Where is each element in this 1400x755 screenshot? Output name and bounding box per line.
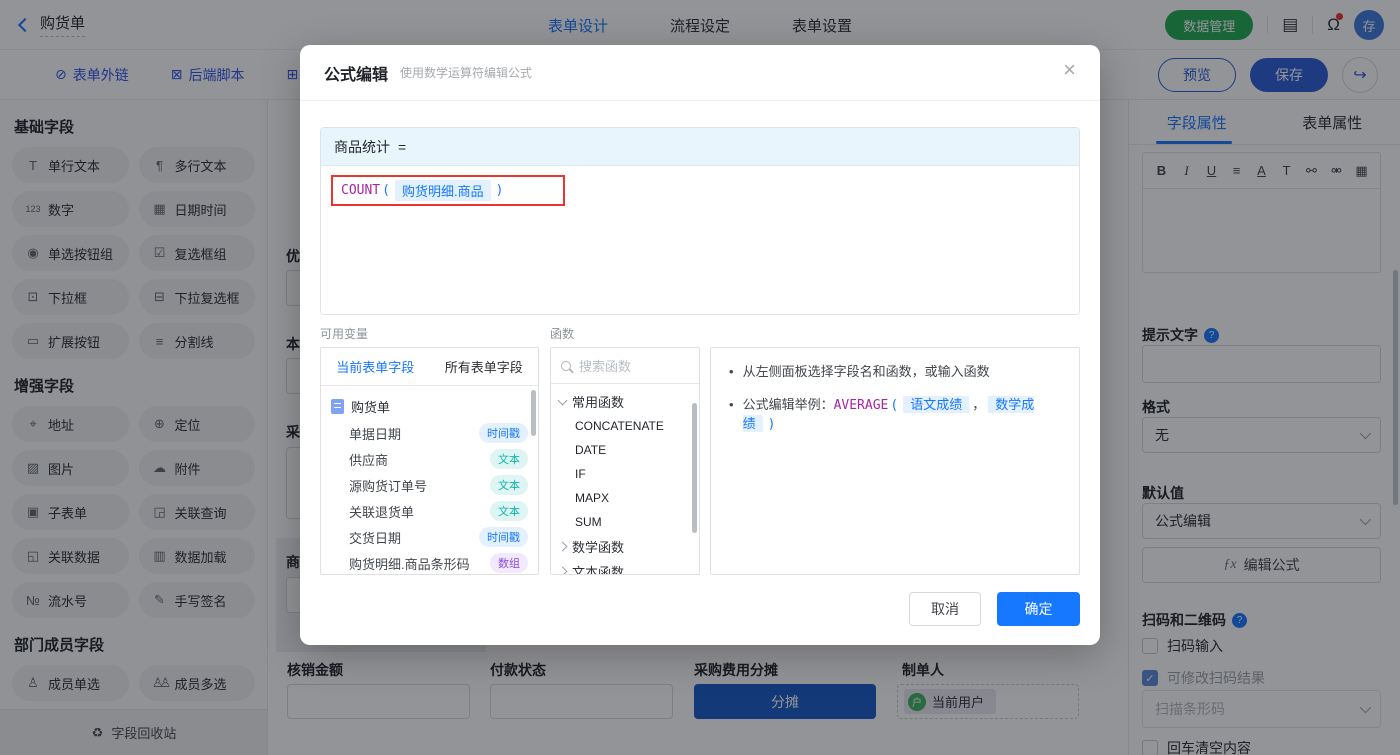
tab-current-form-fields[interactable]: 当前表单字段 bbox=[321, 348, 430, 385]
variable-row[interactable]: 单据日期时间戳 bbox=[321, 420, 538, 446]
function-item[interactable]: IF bbox=[551, 462, 699, 486]
tips-panel: • 从左侧面板选择字段名和函数，或输入函数 • 公式编辑举例：AVERAGE(语… bbox=[710, 347, 1080, 575]
function-group-text[interactable]: 文本函数 bbox=[551, 559, 699, 575]
tab-all-form-fields[interactable]: 所有表单字段 bbox=[430, 348, 539, 385]
open-paren: ( bbox=[890, 398, 898, 413]
open-paren: ( bbox=[382, 183, 390, 198]
function-item[interactable]: SUM bbox=[551, 510, 699, 534]
function-item[interactable]: CONCATENATE bbox=[551, 414, 699, 438]
example-function: AVERAGE bbox=[834, 398, 889, 413]
variable-row[interactable]: 源购货订单号文本 bbox=[321, 472, 538, 498]
chevron-down-icon bbox=[558, 395, 568, 405]
form-document-icon bbox=[331, 399, 344, 414]
type-badge: 时间戳 bbox=[479, 527, 528, 547]
close-icon[interactable]: × bbox=[1063, 59, 1076, 81]
cancel-button[interactable]: 取消 bbox=[909, 592, 981, 626]
tip-line: • 从左侧面板选择字段名和函数，或输入函数 bbox=[729, 363, 1061, 381]
variables-panel: 当前表单字段 所有表单字段 购货单 单据日期时间戳 供应商文本 源购货订单号文本… bbox=[320, 347, 539, 575]
close-paren: ) bbox=[768, 417, 776, 432]
type-badge: 文本 bbox=[490, 475, 528, 495]
example-field-chip: 语文成绩 bbox=[903, 396, 969, 413]
formula-target-field: 商品统计 bbox=[334, 137, 390, 157]
modal-subtitle: 使用数学运算符编辑公式 bbox=[400, 64, 532, 81]
search-placeholder: 搜索函数 bbox=[579, 356, 631, 375]
chevron-right-icon bbox=[558, 542, 568, 552]
variables-tree-root[interactable]: 购货单 bbox=[321, 392, 538, 420]
variable-row[interactable]: 关联退货单文本 bbox=[321, 498, 538, 524]
comma: ， bbox=[972, 397, 985, 412]
variable-row[interactable]: 供应商文本 bbox=[321, 446, 538, 472]
formula-input-area[interactable]: COUNT ( 购货明细.商品 ) bbox=[321, 166, 1079, 315]
close-paren: ) bbox=[496, 183, 504, 198]
variables-scrollbar[interactable] bbox=[531, 390, 536, 436]
function-search[interactable]: 搜索函数 bbox=[551, 348, 699, 384]
variables-tabs: 当前表单字段 所有表单字段 bbox=[321, 348, 538, 386]
formula-field-chip[interactable]: 购货明细.商品 bbox=[395, 180, 491, 201]
function-group-math[interactable]: 数学函数 bbox=[551, 534, 699, 559]
tip-example-line: • 公式编辑举例：AVERAGE(语文成绩，数学成绩) bbox=[729, 396, 1061, 434]
variables-label: 可用变量 bbox=[320, 325, 368, 342]
equals-sign: = bbox=[398, 139, 406, 155]
type-badge: 数组 bbox=[490, 553, 528, 573]
annotation-red-box: COUNT ( 购货明细.商品 ) bbox=[331, 175, 565, 206]
chevron-right-icon bbox=[558, 567, 568, 575]
formula-edit-modal: 公式编辑 使用数学运算符编辑公式 × 商品统计 = COUNT ( 购货明细.商… bbox=[300, 45, 1100, 645]
functions-scrollbar[interactable] bbox=[692, 403, 697, 533]
bullet: • bbox=[729, 363, 734, 381]
bullet: • bbox=[729, 396, 734, 434]
type-badge: 时间戳 bbox=[479, 423, 528, 443]
confirm-button[interactable]: 确定 bbox=[997, 592, 1080, 626]
variable-row[interactable]: 交货日期时间戳 bbox=[321, 524, 538, 550]
variable-row[interactable]: 购货明细.商品条形码数组 bbox=[321, 550, 538, 575]
modal-footer: 取消 确定 bbox=[909, 592, 1080, 626]
search-icon bbox=[561, 361, 571, 371]
function-item[interactable]: DATE bbox=[551, 438, 699, 462]
function-group-common[interactable]: 常用函数 bbox=[551, 389, 699, 414]
modal-title: 公式编辑 bbox=[324, 61, 388, 85]
functions-label: 函数 bbox=[550, 325, 574, 342]
type-badge: 文本 bbox=[490, 449, 528, 469]
formula-function: COUNT bbox=[341, 183, 380, 198]
formula-editor: 商品统计 = COUNT ( 购货明细.商品 ) bbox=[320, 127, 1080, 315]
type-badge: 文本 bbox=[490, 501, 528, 521]
modal-header: 公式编辑 使用数学运算符编辑公式 × bbox=[300, 45, 1100, 101]
functions-panel: 搜索函数 常用函数 CONCATENATE DATE IF MAPX SUM 数… bbox=[550, 347, 700, 575]
function-item[interactable]: MAPX bbox=[551, 486, 699, 510]
formula-target-bar: 商品统计 = bbox=[321, 128, 1079, 166]
